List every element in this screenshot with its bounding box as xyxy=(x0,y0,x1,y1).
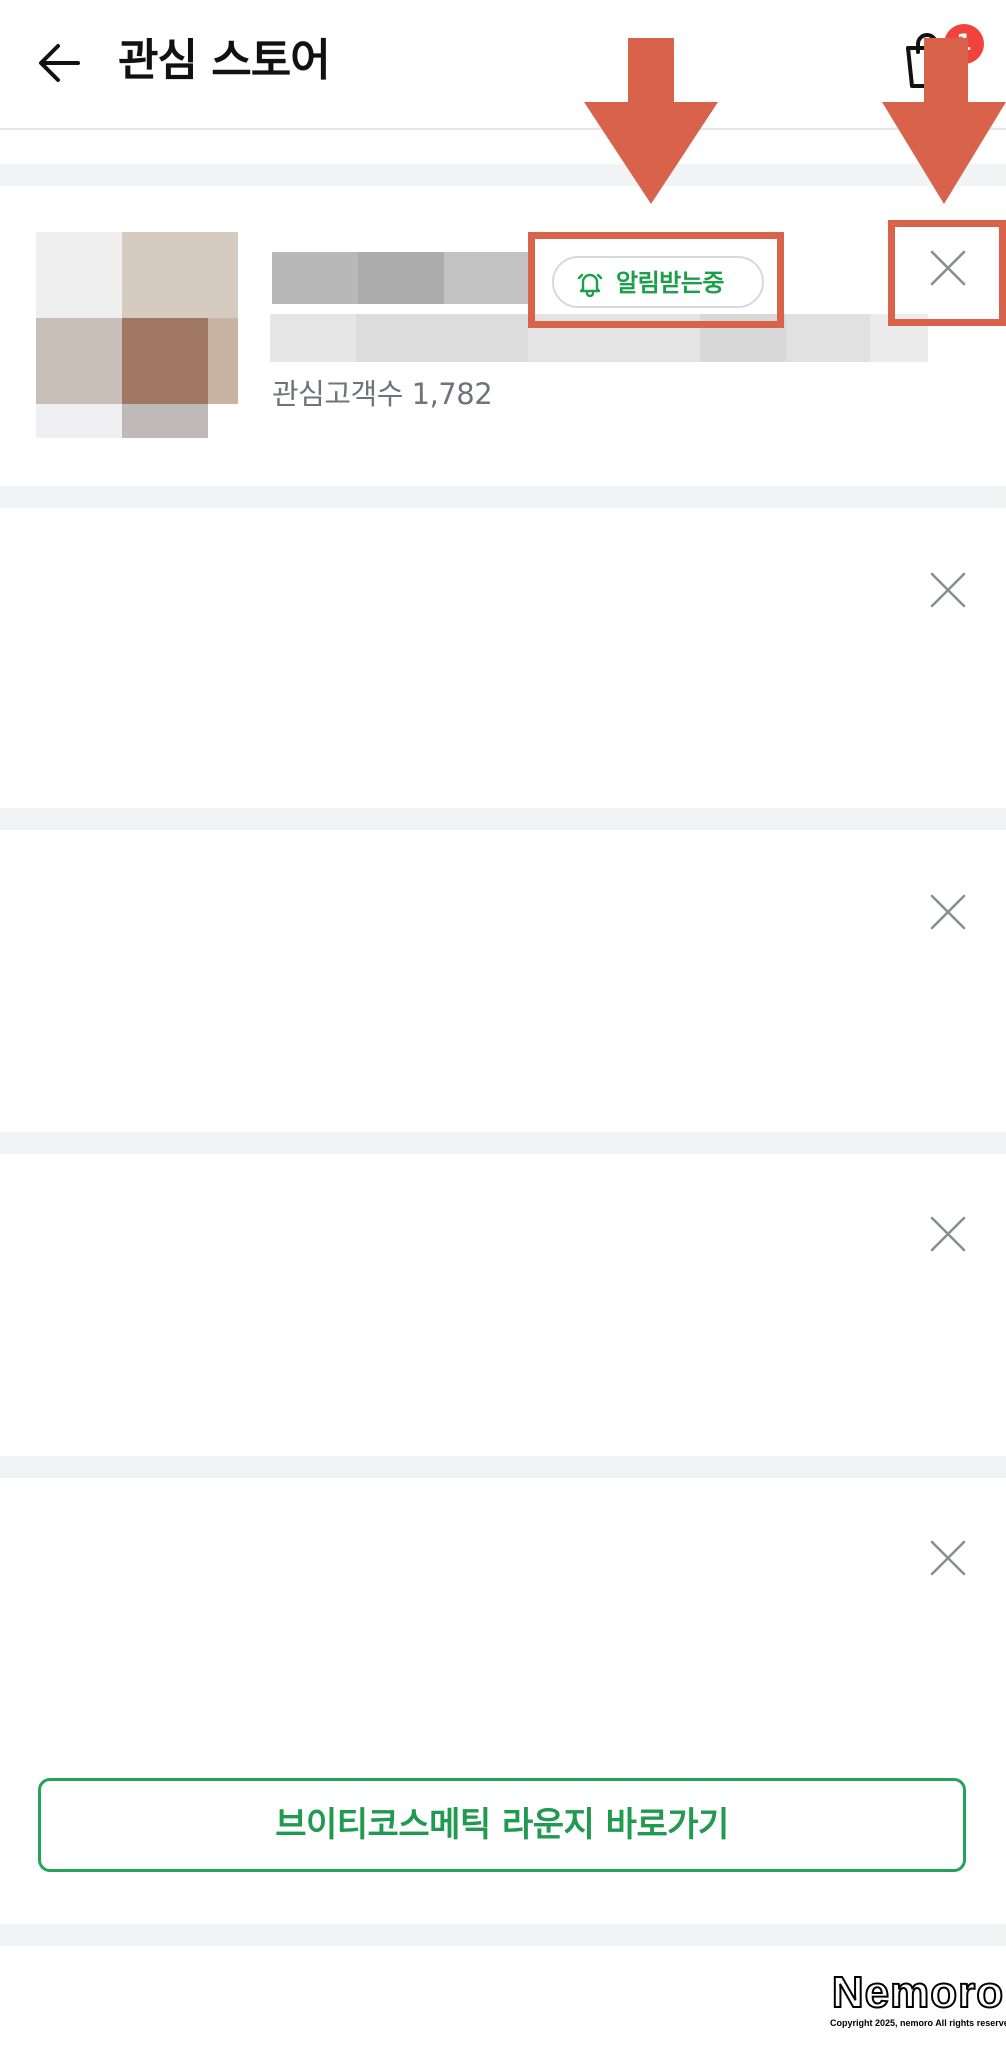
section-divider xyxy=(0,808,1006,830)
lounge-link-button[interactable]: 브이티코스메틱 라운지 바로가기 xyxy=(38,1778,966,1872)
close-icon xyxy=(930,894,966,930)
annotation-highlight-close xyxy=(888,220,1006,326)
follower-count: 관심고객수 1,782 xyxy=(272,377,493,411)
section-divider xyxy=(0,486,1006,508)
remove-store-button[interactable] xyxy=(926,1536,970,1580)
watermark: Nemoro Copyright 2025, nemoro All rights… xyxy=(830,1967,1006,2048)
page-title: 관심 스토어 xyxy=(118,35,331,86)
section-divider xyxy=(0,1924,1006,1946)
watermark-logo: Nemoro xyxy=(831,1967,1005,2018)
section-divider xyxy=(0,164,1006,186)
top-app-bar: 관심 스토어 1 xyxy=(0,0,1006,130)
close-icon xyxy=(930,572,966,608)
remove-store-button[interactable] xyxy=(926,568,970,612)
close-icon xyxy=(930,1216,966,1252)
back-button[interactable] xyxy=(34,38,84,88)
annotation-arrow-down-icon xyxy=(882,38,1006,204)
section-divider xyxy=(0,1132,1006,1154)
remove-store-button[interactable] xyxy=(926,890,970,934)
close-icon xyxy=(930,1540,966,1576)
watermark-copyright: Copyright 2025, nemoro All rights reserv… xyxy=(830,2018,1006,2028)
arrow-left-icon xyxy=(39,44,80,82)
annotation-highlight-notify xyxy=(528,232,784,328)
annotation-arrow-down-icon xyxy=(584,38,718,204)
remove-store-button[interactable] xyxy=(926,1212,970,1256)
store-thumbnail xyxy=(36,232,238,438)
section-divider xyxy=(0,1456,1006,1478)
